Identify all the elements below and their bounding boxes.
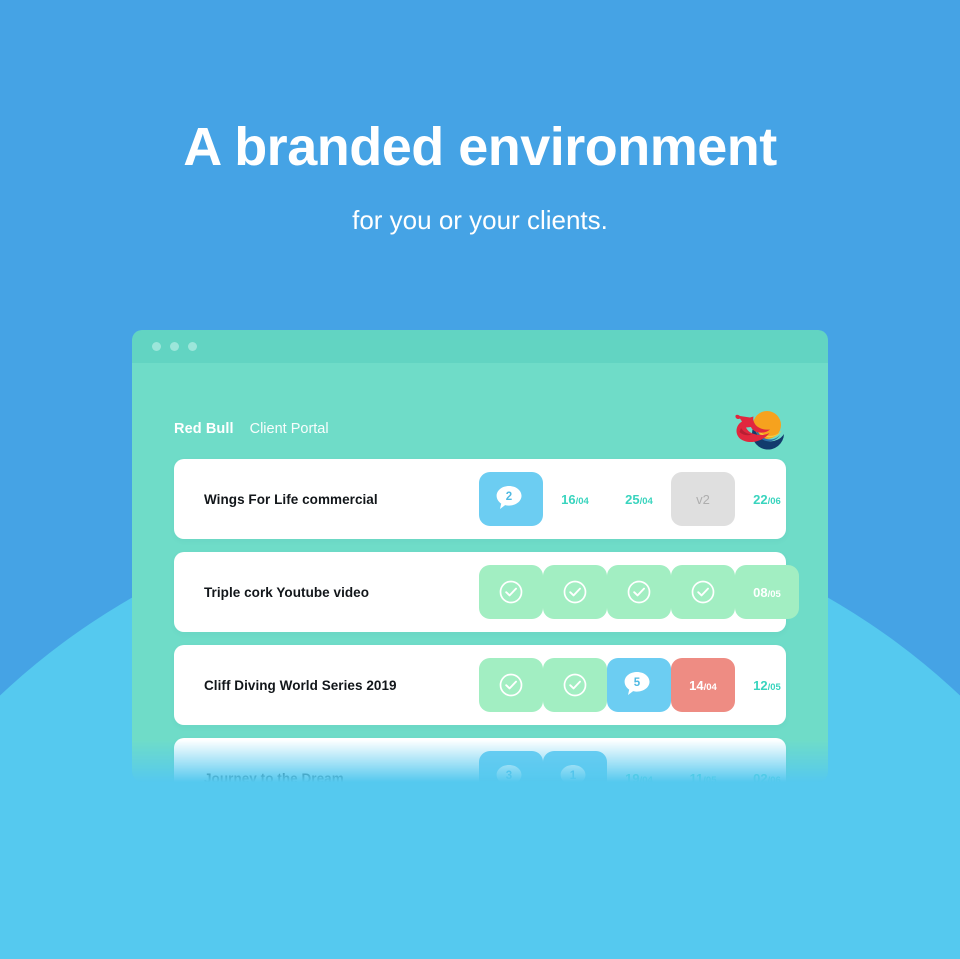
- date-day: 08: [753, 584, 768, 600]
- stage-cell-comment[interactable]: 3: [479, 751, 543, 782]
- date-month: /05: [767, 681, 781, 693]
- stage-cell-check[interactable]: [543, 565, 607, 619]
- window-maximize-dot-icon[interactable]: [188, 342, 197, 351]
- date-label: 22/06: [753, 492, 781, 507]
- brand-label[interactable]: Red Bull: [174, 421, 234, 437]
- check-circle-icon: [499, 673, 523, 697]
- date-day: 16: [561, 491, 576, 507]
- breadcrumb: Red Bull Client Portal: [174, 421, 329, 437]
- date-month: /04: [703, 681, 717, 693]
- date-label: 12/05: [753, 678, 781, 693]
- task-title: Cliff Diving World Series 2019: [204, 677, 397, 693]
- stage-cell-check[interactable]: [543, 658, 607, 712]
- task-row[interactable]: Wings For Life commercial 2 16/04 25/04 v2 22…: [174, 459, 786, 539]
- date-label: 02/06: [753, 771, 781, 783]
- date-label: 16/04: [561, 492, 589, 507]
- stage-cell-date[interactable]: 16/04: [543, 472, 607, 526]
- portal-header: Red Bull Client Portal: [132, 363, 828, 455]
- comment-bubble-icon: 5: [624, 671, 654, 699]
- stage-cell-date[interactable]: 22/06: [735, 472, 799, 526]
- comment-count: 5: [633, 677, 641, 689]
- window-minimize-dot-icon[interactable]: [170, 342, 179, 351]
- task-stage-cells: 5 14/04 12/05: [479, 658, 799, 712]
- window-titlebar: [132, 330, 828, 363]
- stage-cell-check[interactable]: [607, 565, 671, 619]
- comment-bubble-icon: 2: [496, 485, 526, 513]
- stage-cell-date[interactable]: 11/05: [671, 751, 735, 783]
- task-title: Triple cork Youtube video: [204, 584, 370, 600]
- stage-cell-version[interactable]: v2: [671, 472, 735, 526]
- task-title: Journey to the Dream: [204, 770, 344, 783]
- stage-cell-date[interactable]: 08/05: [735, 565, 799, 619]
- comment-count: 2: [505, 491, 513, 503]
- stage-cell-date[interactable]: 02/06: [735, 751, 799, 783]
- window-close-dot-icon[interactable]: [152, 342, 161, 351]
- task-stage-cells: 2 16/04 25/04 v2 22/06: [479, 472, 799, 526]
- task-row[interactable]: Triple cork Youtube video 08/05: [174, 552, 799, 632]
- hero-text-block: A branded environment for you or your cl…: [0, 117, 960, 236]
- page-root: A branded environment for you or your cl…: [0, 0, 960, 959]
- date-month: /06: [767, 495, 781, 507]
- stage-cell-comment[interactable]: 1: [543, 751, 607, 782]
- comment-count: 1: [569, 770, 577, 782]
- date-day: 19: [625, 770, 640, 783]
- date-month: /05: [703, 774, 717, 783]
- stage-cell-date[interactable]: 14/04: [671, 658, 735, 712]
- date-month: /04: [639, 495, 653, 507]
- stage-cell-comment[interactable]: 2: [479, 472, 543, 526]
- stage-cell-check[interactable]: [479, 565, 543, 619]
- version-label: v2: [696, 491, 710, 507]
- red-bull-logo-icon: [735, 411, 784, 450]
- portal-label[interactable]: Client Portal: [250, 421, 329, 437]
- task-stage-cells: 08/05: [479, 565, 799, 619]
- date-label: 14/04: [689, 678, 717, 693]
- stage-cell-check[interactable]: [671, 565, 735, 619]
- date-month: /05: [767, 588, 781, 600]
- check-circle-icon: [563, 673, 587, 697]
- stage-cell-date[interactable]: 12/05: [735, 658, 799, 712]
- comment-bubble-icon: 3: [496, 764, 526, 782]
- browser-window-mockup: Red Bull Client Portal Wings For Life co…: [132, 330, 828, 782]
- stage-cell-date[interactable]: 25/04: [607, 472, 671, 526]
- check-circle-icon: [499, 580, 523, 604]
- comment-count: 3: [505, 770, 513, 782]
- page-title: A branded environment: [183, 117, 777, 177]
- task-row[interactable]: Journey to the Dream 3 1 19/04 11/05 02/06: [174, 738, 786, 782]
- stage-cell-date[interactable]: 19/04: [607, 751, 671, 783]
- task-title: Wings For Life commercial: [204, 491, 378, 507]
- date-label: 19/04: [625, 771, 653, 783]
- task-list: Wings For Life commercial 2 16/04 25/04 v2 22…: [132, 455, 828, 782]
- date-day: 12: [753, 677, 768, 693]
- date-day: 14: [689, 677, 704, 693]
- date-day: 22: [753, 491, 768, 507]
- page-subtitle: for you or your clients.: [352, 205, 608, 236]
- date-month: /04: [575, 495, 589, 507]
- task-row[interactable]: Cliff Diving World Series 2019 5 14/04 12/0…: [174, 645, 786, 725]
- date-label: 11/05: [690, 771, 717, 783]
- stage-cell-check[interactable]: [479, 658, 543, 712]
- date-label: 08/05: [753, 585, 781, 600]
- comment-bubble-icon: 1: [560, 764, 590, 782]
- date-month: /06: [767, 774, 781, 783]
- check-circle-icon: [627, 580, 651, 604]
- date-day: 11: [689, 770, 704, 783]
- task-stage-cells: 3 1 19/04 11/05 02/06: [479, 751, 799, 782]
- date-label: 25/04: [625, 492, 653, 507]
- date-day: 02: [753, 770, 768, 783]
- check-circle-icon: [691, 580, 715, 604]
- date-month: /04: [639, 774, 653, 783]
- check-circle-icon: [563, 580, 587, 604]
- date-day: 25: [625, 491, 640, 507]
- stage-cell-comment[interactable]: 5: [607, 658, 671, 712]
